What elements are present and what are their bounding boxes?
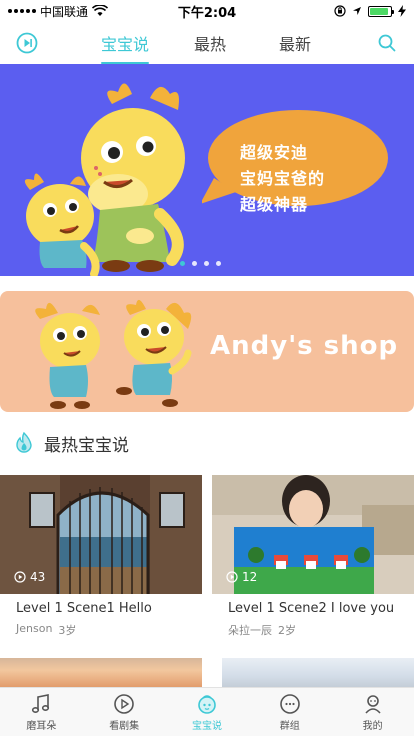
play-count-icon — [14, 571, 26, 583]
andys-shop-card[interactable]: Andy's shop — [0, 291, 414, 412]
tab-hottest[interactable]: 最热 — [175, 22, 245, 64]
section-header: 最热宝宝说 — [0, 426, 414, 460]
bottom-tab-label: 群组 — [279, 720, 300, 732]
carousel-dot[interactable] — [204, 261, 209, 266]
play-icon — [114, 693, 134, 714]
video-meta: 朵拉一辰 2岁 — [212, 622, 414, 638]
status-right — [256, 5, 406, 17]
shop-dragons-illustration — [35, 299, 192, 409]
search-button[interactable] — [367, 22, 407, 64]
video-thumbnail-partial[interactable] — [0, 658, 202, 688]
bubble-text: 超级安迪 宝妈宝爸的 超级神器 — [240, 140, 360, 218]
video-card[interactable]: 43 Level 1 Scene1 Hello Jenson 3岁 — [0, 475, 202, 645]
video-age: 3岁 — [58, 624, 77, 637]
chat-icon — [279, 693, 300, 714]
video-title: Level 1 Scene1 Hello — [16, 601, 152, 616]
wifi-icon — [92, 5, 109, 16]
play-count-icon — [226, 571, 238, 583]
video-author: 朵拉一辰 — [228, 624, 272, 637]
status-bar: 中国联通 下午2:04 — [0, 0, 414, 22]
search-icon — [378, 34, 396, 52]
bottom-tab-baobaoshuo[interactable]: 宝宝说 — [166, 688, 249, 736]
shop-title: Andy's shop — [210, 331, 399, 361]
bubble-line-1: 超级安迪 — [240, 143, 309, 162]
bottom-tab-label: 磨耳朵 — [26, 720, 57, 732]
location-icon — [353, 7, 361, 15]
bottom-tab-wode[interactable]: 我的 — [331, 688, 414, 736]
carousel-dot[interactable] — [180, 261, 185, 266]
view-count: 12 — [226, 570, 257, 584]
bottom-tab-label: 宝宝说 — [191, 720, 222, 732]
tab-newest[interactable]: 最新 — [260, 22, 330, 64]
bubble-line-2: 宝妈宝爸的 — [240, 169, 326, 188]
top-nav: 宝宝说 最热 最新 — [0, 22, 414, 64]
video-thumbnail: 43 — [0, 475, 202, 594]
video-author: Jenson — [16, 622, 53, 635]
bottom-tab-label: 我的 — [362, 720, 383, 732]
view-count: 43 — [14, 570, 45, 584]
status-left: 中国联通 — [8, 3, 158, 20]
signal-icon — [8, 9, 36, 13]
bottom-tab-qunzu[interactable]: 群组 — [248, 688, 331, 736]
bottom-tab-label: 看剧集 — [109, 720, 140, 732]
view-count-value: 12 — [242, 570, 258, 584]
view-count-value: 43 — [30, 570, 46, 584]
video-meta: Jenson 3岁 — [0, 622, 202, 638]
charging-icon — [398, 5, 406, 17]
video-title: Level 1 Scene2 I love you — [228, 601, 395, 616]
battery-icon — [368, 5, 394, 17]
bottom-tab-moerduo[interactable]: 磨耳朵 — [0, 688, 83, 736]
music-note-icon — [32, 693, 50, 713]
battery-level — [370, 7, 388, 15]
bottom-tab-bar: 磨耳朵 看剧集 宝宝说 群组 我的 — [0, 687, 414, 736]
carousel-indicator — [180, 261, 221, 266]
section-title: 最热宝宝说 — [44, 435, 129, 456]
carousel-dot[interactable] — [192, 261, 197, 266]
play-record-button[interactable] — [7, 22, 47, 64]
bubble-line-3: 超级神器 — [240, 195, 309, 214]
video-thumbnail-partial[interactable] — [222, 658, 414, 688]
video-thumbnail: 12 — [212, 475, 414, 594]
bottom-tab-kanjuji[interactable]: 看剧集 — [83, 688, 166, 736]
carousel-dot[interactable] — [216, 261, 221, 266]
banner-carousel[interactable]: 超级安迪 宝妈宝爸的 超级神器 — [0, 64, 414, 276]
baby-face-icon — [198, 694, 216, 714]
flame-icon — [16, 431, 32, 453]
video-card[interactable]: 12 Level 1 Scene2 I love you 朵拉一辰 2岁 — [212, 475, 414, 645]
status-time: 下午2:04 — [177, 5, 237, 21]
video-age: 2岁 — [278, 624, 296, 637]
play-circle-icon — [16, 32, 38, 54]
profile-icon — [364, 694, 381, 714]
carrier-label: 中国联通 — [40, 4, 89, 19]
tab-baobaoshuo[interactable]: 宝宝说 — [90, 22, 160, 64]
top-tabs: 宝宝说 最热 最新 — [90, 22, 330, 64]
lock-rotation-icon — [334, 5, 346, 17]
